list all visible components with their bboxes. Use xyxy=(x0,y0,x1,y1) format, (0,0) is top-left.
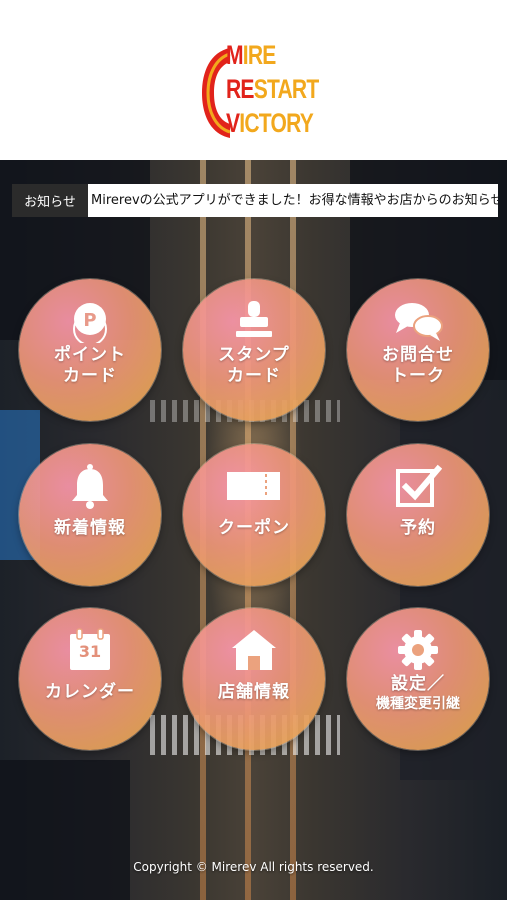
stamp-icon xyxy=(230,297,278,345)
points-coin-icon: P xyxy=(68,297,112,345)
app-header: MIRE RESTART VICTORY xyxy=(0,0,507,160)
menu-button-store-info[interactable]: 店舗情報 xyxy=(183,608,325,750)
menu-label: カード xyxy=(227,366,281,386)
logo-line-mire: MIRE xyxy=(226,40,276,70)
calendar-day-number: 31 xyxy=(78,642,102,661)
logo-line-restart: RESTART xyxy=(226,74,319,104)
chat-bubbles-icon xyxy=(392,297,444,345)
bell-icon xyxy=(68,462,112,510)
copyright-footer: Copyright © Mirerev All rights reserved. xyxy=(133,860,374,874)
menu-button-inquiry-talk[interactable]: お問合せ トーク xyxy=(347,279,489,421)
menu-button-point-card[interactable]: P ポイント カード xyxy=(19,279,161,421)
menu-label: 店舗情報 xyxy=(218,682,290,702)
mirerev-logo: MIRE RESTART VICTORY xyxy=(200,40,319,146)
menu-label: お問合せ xyxy=(382,345,454,365)
checkbox-icon xyxy=(394,462,442,510)
menu-label: トーク xyxy=(391,366,445,386)
logo-line-victory: VICTORY xyxy=(226,108,314,138)
menu-label: 予約 xyxy=(400,518,436,538)
menu-label: 新着情報 xyxy=(54,518,126,538)
svg-text:P: P xyxy=(83,310,96,331)
menu-label: クーポン xyxy=(218,518,290,538)
main-menu-area: お知らせ Mirerevの公式アプリができました！お得な情報やお店からのお知らせ… xyxy=(0,160,507,900)
notice-bar[interactable]: お知らせ Mirerevの公式アプリができました！お得な情報やお店からのお知らせ… xyxy=(12,184,498,217)
menu-label: カレンダー xyxy=(45,682,135,702)
menu-button-coupon[interactable]: クーポン xyxy=(183,444,325,586)
menu-label: カード xyxy=(63,366,117,386)
coupon-ticket-icon xyxy=(226,462,282,510)
notice-ticker-text[interactable]: Mirerevの公式アプリができました！お得な情報やお店からのお知らせをお届けし… xyxy=(88,184,498,217)
menu-button-news[interactable]: 新着情報 xyxy=(19,444,161,586)
background-building xyxy=(0,760,130,900)
menu-button-settings[interactable]: 設定／ 機種変更引継 xyxy=(347,608,489,750)
menu-button-calendar[interactable]: 31 カレンダー xyxy=(19,608,161,750)
menu-label: 設定／ xyxy=(391,674,445,694)
menu-label: スタンプ xyxy=(218,345,290,365)
menu-button-reservation[interactable]: 予約 xyxy=(347,444,489,586)
store-house-icon xyxy=(230,626,278,674)
menu-label: ポイント xyxy=(54,345,126,365)
menu-button-stamp-card[interactable]: スタンプ カード xyxy=(183,279,325,421)
menu-label: 機種変更引継 xyxy=(376,696,460,712)
calendar-icon: 31 xyxy=(68,626,112,674)
gear-icon xyxy=(396,626,440,674)
notice-label: お知らせ xyxy=(12,184,88,217)
